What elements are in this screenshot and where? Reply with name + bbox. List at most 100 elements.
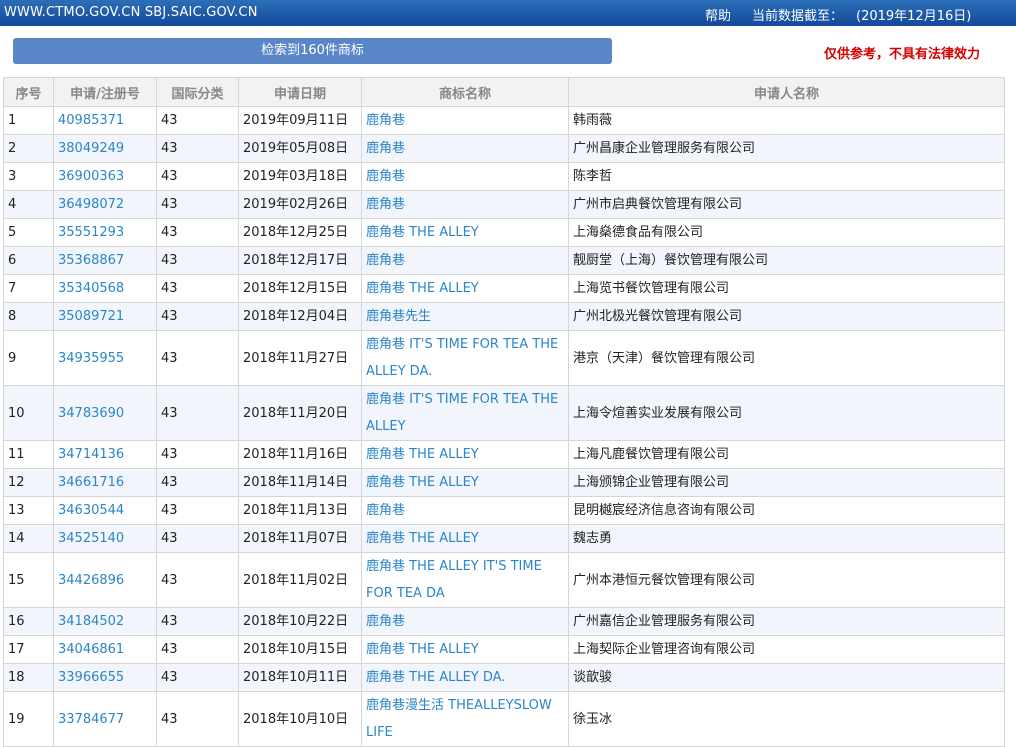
reg-number-cell: 34661716: [53, 468, 157, 497]
date-cell: 2018年11月20日: [238, 385, 362, 441]
help-link[interactable]: 帮助: [705, 5, 731, 24]
date-cell: 2018年10月22日: [238, 607, 362, 636]
table-row: 16 34184502 43 2018年10月22日 鹿角巷 广州嘉信企业管理服务有限公司: [3, 607, 1005, 636]
mark-name-cell: 鹿角巷 IT'S TIME FOR TEA THE ALLEY DA.: [361, 330, 569, 386]
date-cell: 2018年11月16日: [238, 440, 362, 469]
reg-number-link[interactable]: 34935955: [58, 351, 124, 366]
mark-name-link[interactable]: 鹿角巷 IT'S TIME FOR TEA THE ALLEY DA.: [366, 337, 558, 379]
mark-name-link[interactable]: 鹿角巷 THE ALLEY: [366, 447, 479, 462]
class-cell: 43: [156, 385, 239, 441]
reg-number-link[interactable]: 34714136: [58, 447, 124, 462]
mark-name-cell: 鹿角巷: [361, 496, 569, 525]
mark-name-link[interactable]: 鹿角巷 THE ALLEY DA.: [366, 670, 505, 685]
reg-number-link[interactable]: 40985371: [58, 113, 124, 128]
row-index: 16: [3, 607, 54, 636]
row-index: 8: [3, 302, 54, 331]
reg-number-link[interactable]: 35368867: [58, 253, 124, 268]
reg-number-cell: 36900363: [53, 162, 157, 191]
table-row: 5 35551293 43 2018年12月25日 鹿角巷 THE ALLEY 上海燊德食…: [3, 218, 1005, 247]
row-index: 1: [3, 106, 54, 135]
col-header-applicant: 申请人名称: [568, 77, 1005, 107]
mark-name-cell: 鹿角巷 THE ALLEY: [361, 468, 569, 497]
reg-number-link[interactable]: 35551293: [58, 225, 124, 240]
mark-name-link[interactable]: 鹿角巷 THE ALLEY: [366, 225, 479, 240]
class-cell: 43: [156, 134, 239, 163]
reg-number-cell: 34426896: [53, 552, 157, 608]
mark-name-link[interactable]: 鹿角巷: [366, 113, 405, 128]
applicant-cell: 广州嘉信企业管理服务有限公司: [568, 607, 1005, 636]
table-row: 14 34525140 43 2018年11月07日 鹿角巷 THE ALLEY 魏志勇: [3, 524, 1005, 553]
reg-number-cell: 35368867: [53, 246, 157, 275]
mark-name-link[interactable]: 鹿角巷 IT'S TIME FOR TEA THE ALLEY: [366, 392, 558, 434]
applicant-cell: 魏志勇: [568, 524, 1005, 553]
table-row: 9 34935955 43 2018年11月27日 鹿角巷 IT'S TIME FOR …: [3, 330, 1005, 386]
applicant-cell: 昆明樾宸经济信息咨询有限公司: [568, 496, 1005, 525]
class-cell: 43: [156, 607, 239, 636]
mark-name-link[interactable]: 鹿角巷 THE ALLEY: [366, 281, 479, 296]
reg-number-link[interactable]: 33784677: [58, 712, 124, 727]
mark-name-cell: 鹿角巷: [361, 162, 569, 191]
mark-name-link[interactable]: 鹿角巷: [366, 141, 405, 156]
reg-number-link[interactable]: 34426896: [58, 573, 124, 588]
mark-name-link[interactable]: 鹿角巷漫生活 THEALLEYSLOW LIFE: [366, 698, 552, 740]
row-index: 13: [3, 496, 54, 525]
mark-name-link[interactable]: 鹿角巷先生: [366, 309, 431, 324]
table-row: 6 35368867 43 2018年12月17日 鹿角巷 靓厨堂（上海）餐饮管理有限公司: [3, 246, 1005, 275]
applicant-cell: 港京（天津）餐饮管理有限公司: [568, 330, 1005, 386]
reg-number-link[interactable]: 34046861: [58, 642, 124, 657]
mark-name-cell: 鹿角巷漫生活 THEALLEYSLOW LIFE: [361, 691, 569, 747]
mark-name-link[interactable]: 鹿角巷: [366, 197, 405, 212]
reg-number-cell: 34630544: [53, 496, 157, 525]
result-count-bar: 检索到160件商标: [13, 38, 612, 64]
mark-name-link[interactable]: 鹿角巷 THE ALLEY IT'S TIME FOR TEA DA: [366, 559, 542, 601]
class-cell: 43: [156, 218, 239, 247]
reg-number-link[interactable]: 34184502: [58, 614, 124, 629]
applicant-cell: 广州本港恒元餐饮管理有限公司: [568, 552, 1005, 608]
mark-name-link[interactable]: 鹿角巷 THE ALLEY: [366, 475, 479, 490]
reg-number-link[interactable]: 34783690: [58, 406, 124, 421]
row-index: 14: [3, 524, 54, 553]
table-row: 3 36900363 43 2019年03月18日 鹿角巷 陈李哲: [3, 162, 1005, 191]
applicant-cell: 广州市启典餐饮管理有限公司: [568, 190, 1005, 219]
mark-name-link[interactable]: 鹿角巷 THE ALLEY: [366, 642, 479, 657]
date-cell: 2019年03月18日: [238, 162, 362, 191]
row-index: 17: [3, 635, 54, 664]
mark-name-link[interactable]: 鹿角巷: [366, 503, 405, 518]
mark-name-link[interactable]: 鹿角巷 THE ALLEY: [366, 531, 479, 546]
mark-name-cell: 鹿角巷先生: [361, 302, 569, 331]
applicant-cell: 韩雨薇: [568, 106, 1005, 135]
applicant-cell: 上海契际企业管理咨询有限公司: [568, 635, 1005, 664]
reg-number-link[interactable]: 35340568: [58, 281, 124, 296]
class-cell: 43: [156, 190, 239, 219]
reg-number-link[interactable]: 33966655: [58, 670, 124, 685]
reg-number-link[interactable]: 35089721: [58, 309, 124, 324]
reg-number-link[interactable]: 36900363: [58, 169, 124, 184]
mark-name-cell: 鹿角巷: [361, 607, 569, 636]
reg-number-cell: 36498072: [53, 190, 157, 219]
col-header-index: 序号: [3, 77, 54, 107]
row-index: 4: [3, 190, 54, 219]
applicant-cell: 广州北极光餐饮管理有限公司: [568, 302, 1005, 331]
class-cell: 43: [156, 496, 239, 525]
reg-number-link[interactable]: 34661716: [58, 475, 124, 490]
reg-number-cell: 34935955: [53, 330, 157, 386]
mark-name-link[interactable]: 鹿角巷: [366, 614, 405, 629]
mark-name-cell: 鹿角巷: [361, 134, 569, 163]
applicant-cell: 上海览书餐饮管理有限公司: [568, 274, 1005, 303]
applicant-cell: 上海燊德食品有限公司: [568, 218, 1005, 247]
reg-number-cell: 34525140: [53, 524, 157, 553]
row-index: 10: [3, 385, 54, 441]
mark-name-cell: 鹿角巷 THE ALLEY: [361, 524, 569, 553]
applicant-cell: 靓厨堂（上海）餐饮管理有限公司: [568, 246, 1005, 275]
mark-name-link[interactable]: 鹿角巷: [366, 169, 405, 184]
table-row: 4 36498072 43 2019年02月26日 鹿角巷 广州市启典餐饮管理有限公司: [3, 190, 1005, 219]
reg-number-link[interactable]: 36498072: [58, 197, 124, 212]
reg-number-link[interactable]: 34630544: [58, 503, 124, 518]
reg-number-link[interactable]: 34525140: [58, 531, 124, 546]
reg-number-link[interactable]: 38049249: [58, 141, 124, 156]
date-cell: 2018年11月14日: [238, 468, 362, 497]
mark-name-link[interactable]: 鹿角巷: [366, 253, 405, 268]
class-cell: 43: [156, 691, 239, 747]
col-header-class: 国际分类: [156, 77, 239, 107]
reg-number-cell: 34714136: [53, 440, 157, 469]
